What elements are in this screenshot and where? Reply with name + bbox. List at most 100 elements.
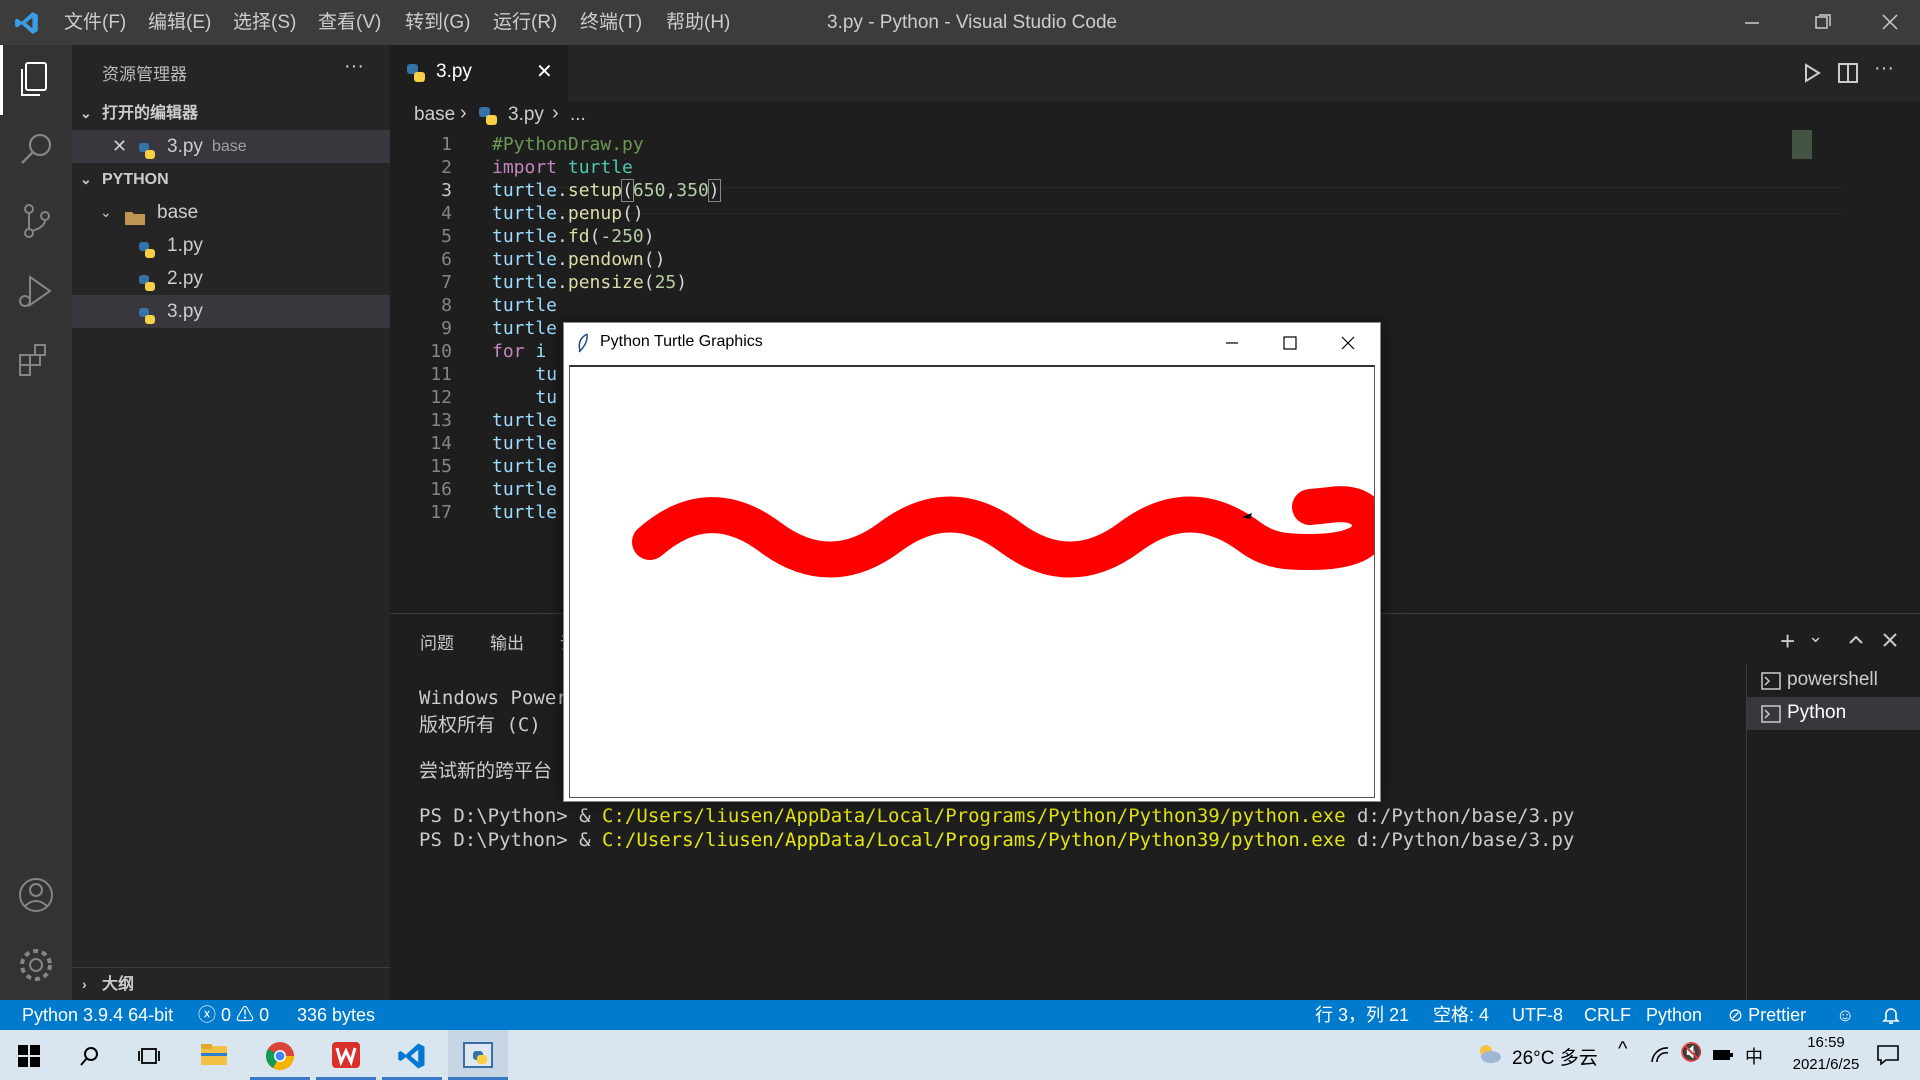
split-editor-icon[interactable] [1836, 61, 1860, 85]
python-file-icon [138, 237, 156, 258]
editor-more-button[interactable]: ··· [1874, 57, 1894, 80]
command: C:/Users/liusen/AppData/Local/Programs/P… [602, 829, 1346, 851]
menu-view[interactable]: 查看(V) [318, 0, 381, 45]
line-number: 9 [441, 318, 452, 339]
new-terminal-icon[interactable]: + [1780, 626, 1795, 657]
run-debug-button[interactable] [0, 255, 72, 325]
wps-icon [332, 1042, 360, 1068]
file-item-1py[interactable]: 1.py [72, 229, 390, 262]
weather-icon[interactable] [1476, 1042, 1502, 1071]
command-arg: d:/Python/base/3.py [1345, 805, 1575, 827]
extensions-icon [19, 344, 46, 376]
minimap[interactable] [1790, 130, 1920, 165]
terminal-command-line: PS D:\Python> & C:/Users/liusen/AppData/… [419, 805, 1574, 827]
minimize-icon[interactable] [1224, 335, 1240, 351]
python-file-icon [138, 303, 156, 324]
encoding[interactable]: UTF-8 [1512, 1000, 1563, 1030]
network-icon[interactable] [1650, 1046, 1670, 1064]
menu-terminal[interactable]: 终端(T) [580, 0, 642, 45]
notification-center-icon[interactable] [1876, 1043, 1900, 1067]
ime-indicator[interactable]: 中 [1745, 1043, 1763, 1069]
search-button[interactable] [0, 115, 72, 185]
language-mode[interactable]: Python [1646, 1000, 1702, 1030]
bell-icon[interactable] [1882, 1006, 1900, 1024]
run-file-icon[interactable] [1800, 61, 1824, 85]
outline-header[interactable]: › 大纲 [72, 967, 390, 1001]
close-icon[interactable] [1340, 335, 1356, 351]
open-editors-header[interactable]: ⌄ 打开的编辑器 [72, 97, 390, 130]
line-number: 15 [430, 456, 452, 477]
menu-help[interactable]: 帮助(H) [666, 0, 730, 45]
close-editor-icon[interactable]: ✕ [112, 130, 127, 163]
chevron-down-icon: ⌄ [80, 171, 92, 187]
workspace-label: PYTHON [102, 171, 169, 188]
minimize-button[interactable] [1722, 0, 1782, 45]
indentation[interactable]: 空格: 4 [1433, 1000, 1489, 1030]
extensions-button[interactable] [0, 325, 72, 395]
editor-scrollbar[interactable] [1902, 130, 1920, 613]
menu-selection[interactable]: 选择(S) [233, 0, 296, 45]
vscode-app[interactable] [382, 1030, 442, 1080]
menu-file[interactable]: 文件(F) [64, 0, 126, 45]
task-view-icon[interactable] [138, 1045, 160, 1067]
settings-button[interactable] [0, 930, 72, 1000]
restore-button[interactable] [1792, 0, 1852, 45]
accounts-button[interactable] [0, 860, 72, 930]
maximize-panel-icon[interactable] [1846, 630, 1866, 650]
chevron-down-icon[interactable]: ⌄ [1808, 626, 1823, 647]
more-actions-button[interactable]: ··· [344, 55, 364, 78]
search-icon[interactable] [78, 1045, 100, 1067]
breadcrumb-symbol[interactable]: ... [570, 104, 586, 126]
wps-app[interactable] [316, 1030, 376, 1080]
line-number: 5 [441, 226, 452, 247]
volume-muted-icon[interactable]: 🔇 [1680, 1042, 1702, 1063]
maximize-icon[interactable] [1282, 335, 1298, 351]
file-label: 3.py [167, 301, 203, 322]
menu-goto[interactable]: 转到(G) [405, 0, 470, 45]
terminal-list: powershell Python [1746, 664, 1920, 1001]
explorer-button[interactable] [0, 45, 72, 115]
turtle-graphics-window[interactable]: Python Turtle Graphics [563, 322, 1388, 802]
close-panel-icon[interactable] [1880, 630, 1900, 650]
battery-icon[interactable] [1712, 1047, 1734, 1063]
weather-text[interactable]: 26°C 多云 [1512, 1043, 1598, 1070]
problems-indicator[interactable]: ⓧ 0 ⚠ 0 [198, 1000, 269, 1030]
source-control-button[interactable] [0, 185, 72, 255]
file-explorer-app[interactable] [184, 1030, 244, 1080]
feedback-icon[interactable]: ☺ [1836, 1000, 1854, 1030]
python-turtle-app[interactable] [448, 1030, 508, 1080]
menu-edit[interactable]: 编辑(E) [148, 0, 211, 45]
line-ending[interactable]: CRLF [1584, 1000, 1631, 1030]
turtle-canvas[interactable] [569, 365, 1388, 798]
breadcrumb-folder[interactable]: base [414, 104, 455, 126]
python-interpreter[interactable]: Python 3.9.4 64-bit [22, 1000, 173, 1030]
chevron-up-icon[interactable]: ^ [1618, 1038, 1627, 1061]
terminal-item-powershell[interactable]: powershell [1747, 664, 1920, 697]
tab-problems[interactable]: 问题 [420, 629, 454, 654]
turtle-title-bar[interactable]: Python Turtle Graphics [564, 323, 1380, 363]
open-editor-item[interactable]: ✕ 3.py base [72, 130, 390, 163]
terminal-item-python[interactable]: Python [1747, 697, 1920, 730]
file-item-3py[interactable]: 3.py [72, 295, 390, 328]
breadcrumb: base › 3.py › ... [390, 102, 1920, 130]
feather-icon [578, 333, 588, 353]
clock-time[interactable]: 16:59 [1784, 1034, 1868, 1051]
close-window-button[interactable] [1860, 0, 1920, 45]
activity-bar [0, 45, 72, 1000]
vscode-logo-icon[interactable] [14, 10, 40, 36]
prettier-status[interactable]: ⊘ Prettier [1728, 1000, 1806, 1030]
cursor-position[interactable]: 行 3，列 21 [1315, 1000, 1409, 1030]
folder-base[interactable]: ⌄ base [72, 196, 390, 229]
tab-3py[interactable]: 3.py ✕ [390, 45, 568, 102]
file-item-2py[interactable]: 2.py [72, 262, 390, 295]
clock-date[interactable]: 2021/6/25 [1776, 1056, 1876, 1073]
tab-label: 3.py [436, 61, 472, 82]
chrome-app[interactable] [250, 1030, 310, 1080]
breadcrumb-file[interactable]: 3.py [508, 104, 544, 126]
close-tab-icon[interactable]: ✕ [536, 59, 553, 84]
line-number: 1 [441, 134, 452, 155]
windows-start-icon[interactable] [18, 1045, 40, 1067]
menu-run[interactable]: 运行(R) [493, 0, 557, 45]
workspace-header[interactable]: ⌄ PYTHON [72, 163, 390, 196]
tab-output[interactable]: 输出 [490, 629, 524, 654]
